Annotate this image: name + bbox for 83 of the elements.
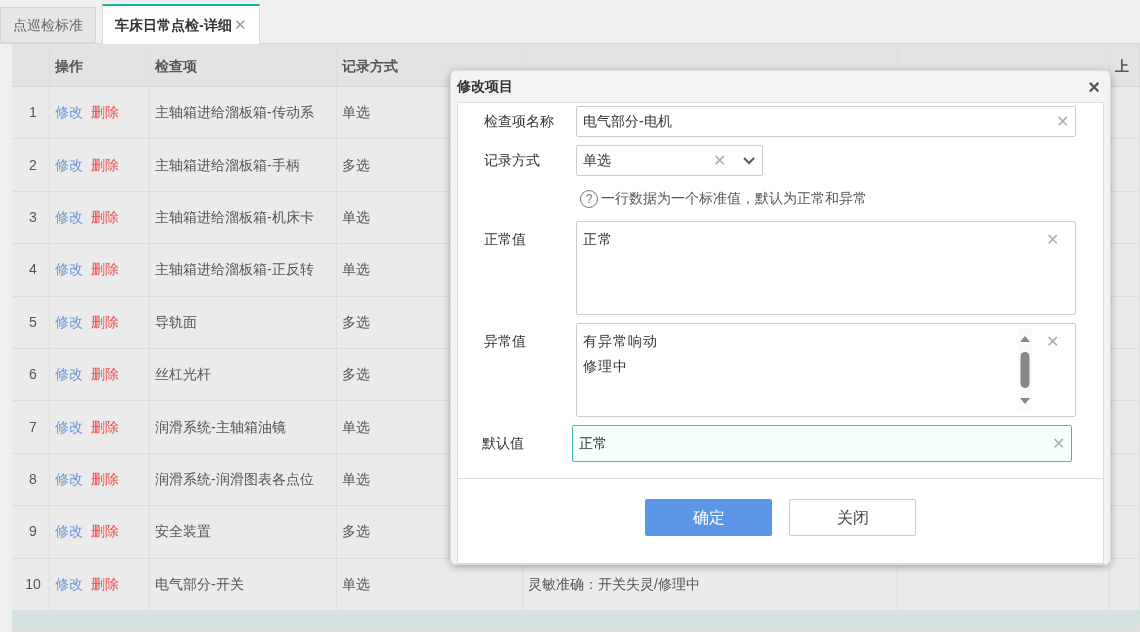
tab[interactable]: 点巡检标准 (0, 7, 96, 43)
column-header[interactable]: 记录方式 (342, 58, 398, 74)
tab[interactable]: 车床日常点检-详细✕ (102, 4, 260, 44)
field-label: 检查项名称 (484, 112, 555, 131)
input-field[interactable]: 电气部分-电机 ✕ (576, 106, 1076, 137)
clear-icon[interactable]: ✕ (713, 152, 726, 169)
field-label: 异常值 (484, 332, 527, 351)
row-number: 7 (29, 417, 37, 437)
column-header[interactable]: 操作 (55, 58, 83, 74)
edit-link[interactable]: 修改 (55, 416, 83, 438)
field-label: 记录方式 (484, 151, 541, 170)
field-label: 默认值 (482, 434, 525, 453)
table-cell-text: 主轴箱进给溜板箱-手柄 (155, 155, 300, 175)
clear-icon[interactable]: ✕ (1056, 113, 1069, 130)
table-cell-text: 主轴箱进给溜板箱-传动系 (155, 103, 314, 123)
close-icon[interactable]: × (1088, 76, 1100, 97)
table-cell-text: 多选 (342, 365, 370, 385)
delete-link[interactable]: 删除 (91, 573, 119, 595)
delete-link[interactable]: 删除 (91, 259, 119, 281)
table-cell-text: 主轴箱进给溜板箱-机床卡 (155, 207, 314, 227)
edit-link[interactable]: 修改 (55, 311, 83, 333)
table-cell-text: 多选 (342, 522, 370, 542)
edit-link[interactable]: 修改 (55, 259, 83, 281)
delete-link[interactable]: 删除 (91, 206, 119, 228)
row-number: 2 (29, 155, 37, 175)
table-cell-text: 单选 (342, 103, 370, 123)
table-cell-text: 单选 (342, 207, 370, 227)
table-cell-text: 主轴箱进给溜板箱-正反转 (155, 260, 314, 280)
clear-icon[interactable]: ✕ (1046, 232, 1059, 314)
row-number: 6 (29, 365, 37, 385)
table-cell-text: 丝杠光杆 (155, 365, 211, 385)
text-line: 有异常响动 (583, 332, 659, 351)
column-header[interactable]: 上 (1115, 58, 1129, 74)
row-number: 9 (29, 522, 37, 542)
table-cell-text: 多选 (342, 312, 370, 332)
row-number: 5 (29, 312, 37, 332)
column-header[interactable]: 检查项 (155, 58, 197, 74)
table-cell-text: 润滑系统-主轴箱油镜 (155, 417, 286, 437)
text-area[interactable]: 有异常响动 修理中 ✕ (576, 323, 1076, 417)
clear-icon[interactable]: ✕ (1052, 435, 1065, 452)
edit-link[interactable]: 修改 (55, 102, 83, 124)
edit-link[interactable]: 修改 (55, 468, 83, 490)
table-cell-text: 多选 (342, 155, 370, 175)
text-line: 修理中 (583, 357, 629, 376)
row-number: 10 (25, 574, 41, 594)
row-number: 1 (29, 103, 37, 123)
hint-text: 一行数据为一个标准值，默认为正常和异常 (601, 189, 867, 208)
table-cell-text: 单选 (342, 469, 370, 489)
close-button[interactable]: 关闭 (789, 499, 916, 536)
edit-link[interactable]: 修改 (55, 364, 83, 386)
row-number: 3 (29, 207, 37, 227)
delete-link[interactable]: 删除 (91, 311, 119, 333)
row-number: 4 (29, 260, 37, 280)
table-cell-text: 润滑系统-润滑图表各点位 (155, 469, 314, 489)
close-icon[interactable]: ✕ (233, 13, 247, 37)
table-cell-text: 灵敏准确：开关失灵/修理中 (528, 574, 700, 594)
table-cell-text: 导轨面 (155, 312, 197, 332)
input-field[interactable]: 正常 ✕ (572, 425, 1072, 462)
confirm-button[interactable]: 确定 (645, 499, 772, 536)
row-number: 8 (29, 469, 37, 489)
delete-link[interactable]: 删除 (91, 154, 119, 176)
delete-link[interactable]: 删除 (91, 416, 119, 438)
field-label: 正常值 (484, 230, 527, 249)
dialog-title: 修改项目 (457, 77, 513, 96)
edit-link[interactable]: 修改 (55, 521, 83, 543)
table-cell-text: 电气部分-开关 (155, 574, 244, 594)
table-cell-text: 单选 (342, 417, 370, 437)
text-line: 正常 (583, 230, 614, 249)
delete-link[interactable]: 删除 (91, 364, 119, 386)
edit-link[interactable]: 修改 (55, 154, 83, 176)
table-cell-text: 单选 (342, 574, 370, 594)
table-cell-text: 安全装置 (155, 522, 211, 542)
clear-icon[interactable]: ✕ (1046, 334, 1059, 416)
edit-link[interactable]: 修改 (55, 573, 83, 595)
delete-link[interactable]: 删除 (91, 468, 119, 490)
table-cell-text: 单选 (342, 260, 370, 280)
caret-icon[interactable] (742, 155, 756, 166)
text-area[interactable]: 正常 ✕ (576, 221, 1076, 315)
table-row[interactable]: 10 修改 删除 电气部分-开关 单选 灵敏准确：开关失灵/修理中 (12, 558, 1140, 611)
select-field[interactable]: 单选 ✕ (576, 145, 763, 176)
delete-link[interactable]: 删除 (91, 102, 119, 124)
edit-link[interactable]: 修改 (55, 206, 83, 228)
delete-link[interactable]: 删除 (91, 521, 119, 543)
